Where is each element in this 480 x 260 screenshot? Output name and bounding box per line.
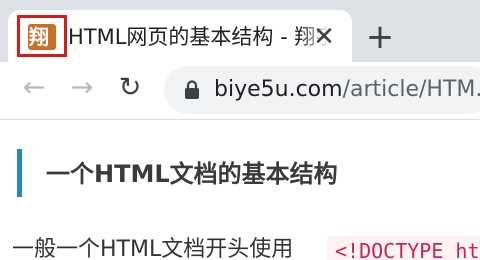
tab-title: HTML网页的基本结构 - 翔宇亭 bbox=[68, 25, 330, 49]
back-icon[interactable]: ← bbox=[16, 70, 52, 106]
forward-icon[interactable]: → bbox=[64, 70, 100, 106]
address-bar[interactable]: biye5u.com/article/HTM... bbox=[164, 66, 480, 114]
close-tab-icon[interactable]: ✕ bbox=[312, 24, 336, 50]
url-path: /article/HTM... bbox=[342, 77, 480, 102]
article-heading: 一个HTML文档的基本结构 bbox=[46, 160, 338, 188]
heading-accent-bar bbox=[17, 149, 22, 197]
url-text[interactable]: biye5u.com/article/HTM... bbox=[214, 66, 480, 114]
favicon-highlight-box bbox=[17, 15, 67, 57]
page-content: 一个HTML文档的基本结构 一般一个HTML文档开头使用 <!DOCTYPE h… bbox=[0, 120, 480, 260]
article-paragraph: 一般一个HTML文档开头使用 bbox=[12, 237, 294, 260]
lock-icon[interactable] bbox=[184, 80, 200, 100]
reload-icon[interactable]: ↻ bbox=[112, 70, 148, 106]
new-tab-icon[interactable]: + bbox=[365, 20, 395, 54]
browser-toolbar: ← → ↻ biye5u.com/article/HTM... bbox=[0, 62, 480, 120]
tab-strip: HTML网页的基本结构 - 翔宇亭 ✕ + bbox=[0, 0, 480, 62]
inline-code: <!DOCTYPE ht bbox=[327, 236, 480, 260]
site-favicon-icon bbox=[28, 24, 56, 50]
url-host: biye5u.com bbox=[214, 77, 343, 102]
